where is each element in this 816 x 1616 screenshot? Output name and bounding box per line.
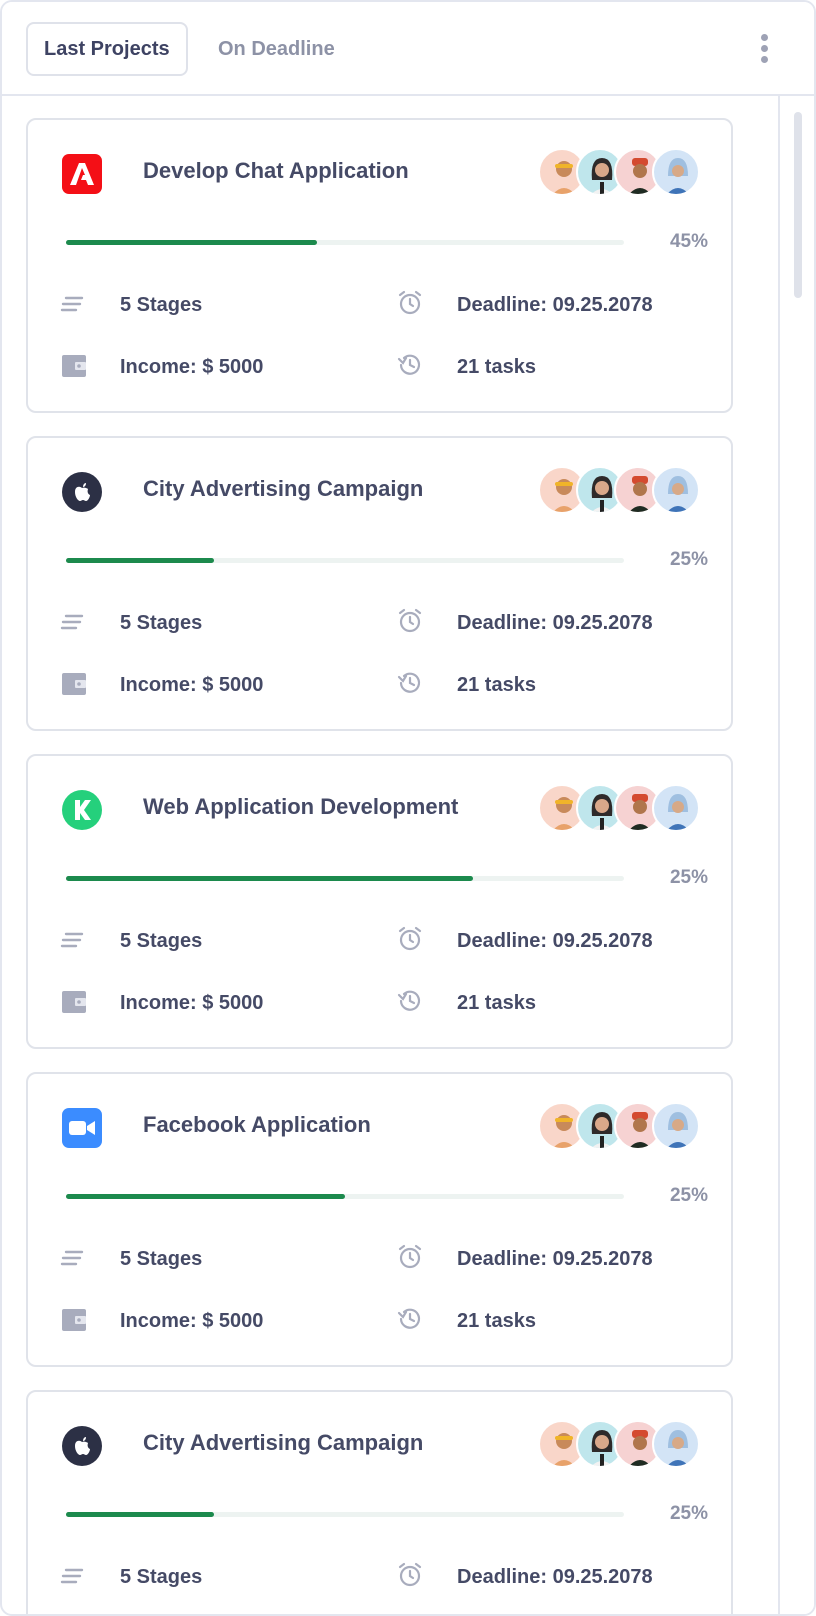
stages-count: 5 Stages bbox=[120, 1566, 203, 1588]
project-card[interactable]: Web Application Development 25% 5 Stages… bbox=[26, 754, 733, 1049]
team-avatars[interactable] bbox=[538, 784, 708, 834]
progress-bar-fill bbox=[66, 876, 474, 881]
progress-bar-fill bbox=[66, 240, 318, 245]
progress-percent: 25% bbox=[669, 549, 708, 570]
stages-count: 5 Stages bbox=[120, 930, 203, 952]
progress-percent: 45% bbox=[669, 231, 708, 252]
task-count: 21 tasks bbox=[457, 356, 536, 378]
task-count: 21 tasks bbox=[457, 674, 536, 696]
task-count: 21 tasks bbox=[457, 1310, 536, 1332]
apple-logo-icon bbox=[62, 1426, 102, 1466]
wallet-icon bbox=[60, 988, 88, 1016]
progress-bar bbox=[66, 876, 624, 881]
stages-count: 5 Stages bbox=[120, 1248, 203, 1270]
history-icon bbox=[396, 351, 424, 379]
history-icon bbox=[396, 987, 424, 1015]
alarm-clock-icon bbox=[396, 1243, 424, 1271]
scrollbar[interactable] bbox=[778, 96, 814, 1614]
stages-count: 5 Stages bbox=[120, 294, 203, 316]
deadline-date: Deadline: 09.25.2078 bbox=[457, 612, 653, 634]
income-amount: Income: $ 5000 bbox=[120, 356, 264, 378]
project-title[interactable]: Develop Chat Application bbox=[143, 158, 409, 184]
alarm-clock-icon bbox=[396, 607, 424, 635]
stages-icon bbox=[60, 1562, 88, 1590]
project-card[interactable]: Facebook Application 25% 5 Stages Deadli… bbox=[26, 1072, 733, 1367]
progress-bar bbox=[66, 558, 624, 563]
alarm-clock-icon bbox=[396, 925, 424, 953]
progress-bar bbox=[66, 1512, 624, 1517]
history-icon bbox=[396, 1305, 424, 1333]
deadline-date: Deadline: 09.25.2078 bbox=[457, 1248, 653, 1270]
project-card[interactable]: Develop Chat Application 45% 5 Stages De… bbox=[26, 118, 733, 413]
stages-icon bbox=[60, 926, 88, 954]
project-card[interactable]: City Advertising Campaign 25% 5 Stages D… bbox=[26, 1390, 733, 1614]
progress-bar-fill bbox=[66, 1194, 345, 1199]
avatar[interactable] bbox=[652, 148, 700, 196]
progress-bar bbox=[66, 240, 624, 245]
deadline-date: Deadline: 09.25.2078 bbox=[457, 1566, 653, 1588]
widget-header: Last Projects On Deadline bbox=[2, 2, 814, 96]
wallet-icon bbox=[60, 670, 88, 698]
income-amount: Income: $ 5000 bbox=[120, 674, 264, 696]
stages-icon bbox=[60, 608, 88, 636]
progress-percent: 25% bbox=[669, 1185, 708, 1206]
stages-icon bbox=[60, 1244, 88, 1272]
project-title[interactable]: Facebook Application bbox=[143, 1112, 371, 1138]
team-avatars[interactable] bbox=[538, 1420, 708, 1470]
stages-icon bbox=[60, 290, 88, 318]
avatar[interactable] bbox=[652, 1102, 700, 1150]
alarm-clock-icon bbox=[396, 289, 424, 317]
deadline-date: Deadline: 09.25.2078 bbox=[457, 294, 653, 316]
adobe-logo-icon bbox=[62, 154, 102, 194]
project-card[interactable]: City Advertising Campaign 25% 5 Stages D… bbox=[26, 436, 733, 731]
kickstarter-logo-icon bbox=[62, 790, 102, 830]
tab-on-deadline[interactable]: On Deadline bbox=[202, 22, 351, 76]
project-title[interactable]: City Advertising Campaign bbox=[143, 476, 423, 502]
task-count: 21 tasks bbox=[457, 992, 536, 1014]
team-avatars[interactable] bbox=[538, 1102, 708, 1152]
avatar[interactable] bbox=[652, 1420, 700, 1468]
income-amount: Income: $ 5000 bbox=[120, 1310, 264, 1332]
apple-logo-icon bbox=[62, 472, 102, 512]
scrollbar-thumb[interactable] bbox=[794, 112, 802, 298]
team-avatars[interactable] bbox=[538, 148, 708, 198]
progress-percent: 25% bbox=[669, 1503, 708, 1524]
progress-bar bbox=[66, 1194, 624, 1199]
project-title[interactable]: City Advertising Campaign bbox=[143, 1430, 423, 1456]
team-avatars[interactable] bbox=[538, 466, 708, 516]
avatar[interactable] bbox=[652, 466, 700, 514]
projects-list[interactable]: Develop Chat Application 45% 5 Stages De… bbox=[2, 96, 814, 1614]
avatar[interactable] bbox=[652, 784, 700, 832]
history-icon bbox=[396, 669, 424, 697]
alarm-clock-icon bbox=[396, 1561, 424, 1589]
deadline-date: Deadline: 09.25.2078 bbox=[457, 930, 653, 952]
progress-percent: 25% bbox=[669, 867, 708, 888]
stages-count: 5 Stages bbox=[120, 612, 203, 634]
project-title[interactable]: Web Application Development bbox=[143, 794, 458, 820]
wallet-icon bbox=[60, 1306, 88, 1334]
tab-last-projects[interactable]: Last Projects bbox=[26, 22, 188, 76]
income-amount: Income: $ 5000 bbox=[120, 992, 264, 1014]
wallet-icon bbox=[60, 352, 88, 380]
last-projects-widget: Last Projects On Deadline Develop Chat A… bbox=[0, 0, 816, 1616]
zoom-logo-icon bbox=[62, 1108, 102, 1148]
progress-bar-fill bbox=[66, 1512, 214, 1517]
progress-bar-fill bbox=[66, 558, 214, 563]
more-options-icon[interactable] bbox=[758, 34, 770, 64]
